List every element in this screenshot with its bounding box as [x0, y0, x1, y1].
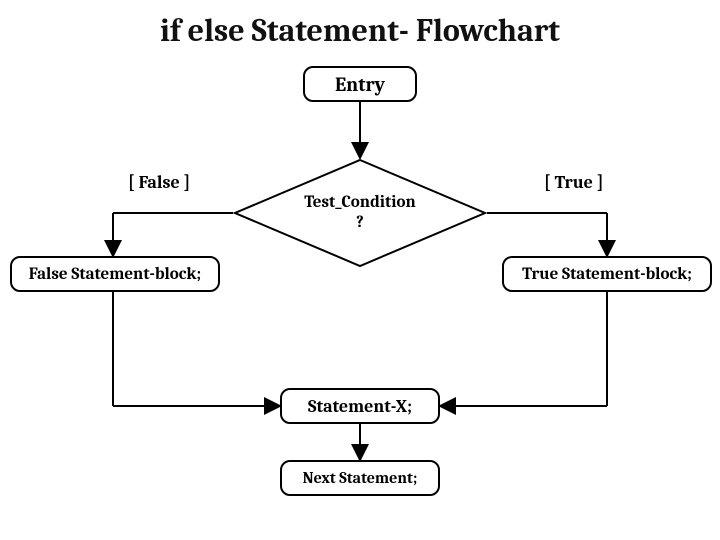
true-block-node: True Statement-block; [502, 256, 712, 292]
condition-node: Test_Condition ? [233, 158, 487, 268]
true-branch-label: [ True ] [544, 172, 604, 193]
statement-x-node: Statement-X; [280, 388, 440, 424]
false-block-node: False Statement-block; [10, 256, 220, 292]
next-statement-node: Next Statement; [280, 460, 440, 496]
entry-node: Entry [303, 66, 417, 102]
page-title: if else Statement- Flowchart [0, 12, 720, 49]
false-branch-label: [ False ] [128, 172, 190, 193]
condition-text-1: Test_Condition [304, 193, 415, 212]
condition-text-2: ? [356, 213, 364, 232]
